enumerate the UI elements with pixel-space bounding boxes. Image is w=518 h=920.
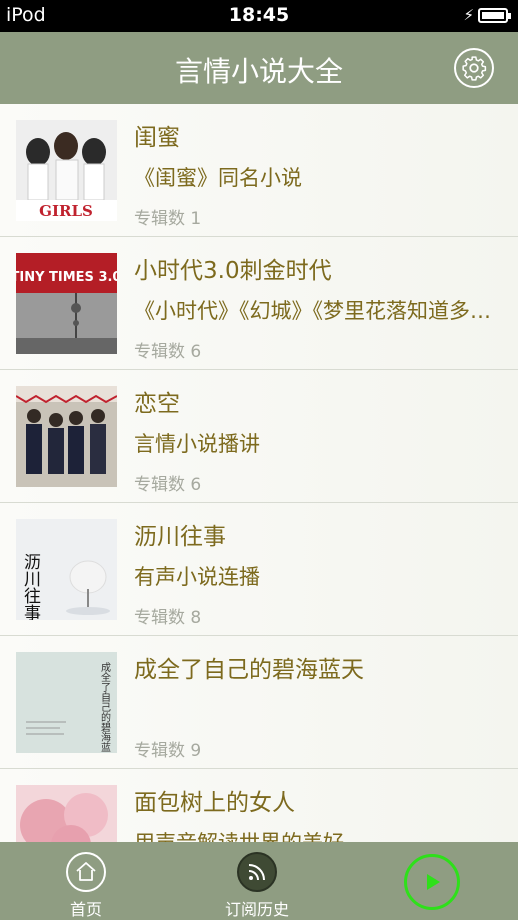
- status-bar: iPod 18:45 ⚡: [0, 0, 518, 32]
- novel-list[interactable]: GIRLS 闺蜜 《闺蜜》同名小说 专辑数 1 TINY TIMES 3.0 小…: [0, 104, 518, 842]
- item-title: 小时代3.0刺金时代: [134, 258, 332, 284]
- item-title: 沥川往事: [134, 524, 226, 550]
- item-description: 言情小说播讲: [134, 432, 260, 456]
- gear-icon: [462, 56, 487, 81]
- item-title: 闺蜜: [134, 125, 180, 151]
- rss-icon: [248, 864, 265, 881]
- cover-text: TINY TIMES 3.0: [16, 270, 117, 285]
- settings-button[interactable]: [454, 48, 494, 88]
- item-title: 成全了自己的碧海蓝天: [134, 657, 364, 683]
- nav-bar: 言情小说大全: [0, 32, 518, 104]
- cover-image: [16, 785, 117, 842]
- tab-subscription-history[interactable]: 订阅历史: [197, 850, 317, 920]
- cover-text: 沥川往事: [20, 553, 41, 620]
- list-item[interactable]: 恋空 言情小说播讲 专辑数 6: [0, 370, 518, 503]
- album-count: 专辑数 1: [134, 209, 202, 229]
- cover-image: 沥川往事: [16, 519, 117, 620]
- list-item[interactable]: 沥川往事 沥川往事 有声小说连播 专辑数 8: [0, 503, 518, 636]
- charging-icon: ⚡: [463, 6, 474, 24]
- status-time: 18:45: [228, 4, 290, 26]
- cover-image: TINY TIMES 3.0: [16, 253, 117, 354]
- cover-text: GIRLS: [39, 202, 93, 220]
- item-description: 《小时代》《幻城》《梦里花落知道多少》: [134, 299, 500, 323]
- item-description: 有声小说连播: [134, 565, 260, 589]
- item-title: 面包树上的女人: [134, 790, 295, 816]
- tab-label: 首页: [69, 900, 102, 919]
- cover-text: 成全了自己的碧海蓝天: [99, 662, 111, 753]
- tab-label: 订阅历史: [224, 900, 289, 919]
- battery-icon: [478, 8, 511, 23]
- album-count: 专辑数 6: [134, 342, 202, 362]
- item-title: 恋空: [134, 391, 180, 417]
- album-count: 专辑数 9: [134, 741, 202, 761]
- player-button[interactable]: [404, 854, 460, 910]
- album-count: 专辑数 8: [134, 608, 202, 628]
- tab-bar: 首页 订阅历史: [0, 842, 518, 920]
- item-description: 《闺蜜》同名小说: [134, 166, 302, 190]
- list-item[interactable]: GIRLS 闺蜜 《闺蜜》同名小说 专辑数 1: [0, 104, 518, 237]
- page-title: 言情小说大全: [174, 55, 343, 88]
- cover-image: 成全了自己的碧海蓝天: [16, 652, 117, 753]
- item-description: 用声音解读世界的美好: [134, 827, 500, 842]
- list-item[interactable]: 成全了自己的碧海蓝天 成全了自己的碧海蓝天 专辑数 9: [0, 636, 518, 769]
- album-count: 专辑数 6: [134, 475, 202, 495]
- tab-home[interactable]: 首页: [26, 850, 146, 920]
- list-item[interactable]: 面包树上的女人 用声音解读世界的美好: [0, 769, 518, 842]
- play-icon: [427, 874, 440, 890]
- list-item[interactable]: TINY TIMES 3.0 小时代3.0刺金时代 《小时代》《幻城》《梦里花落…: [0, 237, 518, 370]
- cover-image: [16, 386, 117, 487]
- cover-image: GIRLS: [16, 120, 117, 221]
- home-icon: [76, 862, 96, 881]
